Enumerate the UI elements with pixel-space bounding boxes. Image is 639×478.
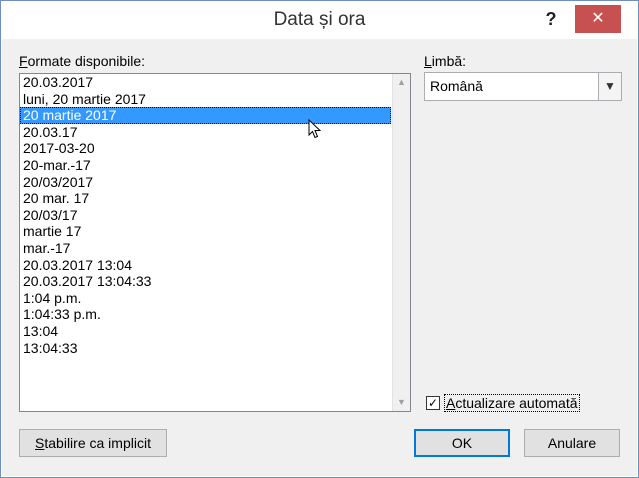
list-item[interactable]: 1:04 p.m. (20, 290, 391, 307)
close-button[interactable]: ✕ (575, 5, 621, 33)
scroll-down-icon[interactable]: ▼ (393, 394, 410, 411)
title-bar: Data și ora ? ✕ (1, 1, 638, 39)
formats-label: Formate disponibile: (19, 53, 146, 69)
ok-button[interactable]: OK (414, 429, 510, 457)
formats-listbox[interactable]: 20.03.2017 luni, 20 martie 2017 20 martie … (19, 73, 411, 412)
close-icon: ✕ (591, 10, 605, 27)
list-item[interactable]: 13:04 (20, 323, 391, 340)
list-item[interactable]: 20.03.17 (20, 124, 391, 141)
help-button[interactable]: ? (539, 7, 563, 31)
list-item[interactable]: 1:04:33 p.m. (20, 306, 391, 323)
formats-list: 20.03.2017 luni, 20 martie 2017 20 martie … (20, 74, 391, 356)
checkmark-icon: ✓ (427, 396, 439, 410)
list-item[interactable]: 20/03/2017 (20, 174, 391, 191)
cancel-button[interactable]: Anulare (524, 429, 620, 457)
auto-update-checkbox[interactable]: ✓ (426, 396, 440, 410)
list-item[interactable]: martie 17 (20, 223, 391, 240)
list-item[interactable]: 20.03.2017 13:04 (20, 257, 391, 274)
set-default-button[interactable]: Stabilire ca implicit (19, 429, 167, 457)
list-item[interactable]: luni, 20 martie 2017 (20, 91, 391, 108)
scroll-up-icon[interactable]: ▲ (393, 74, 410, 91)
list-item[interactable]: 20-mar.-17 (20, 157, 391, 174)
language-label: Limbă: (424, 53, 467, 69)
list-item[interactable]: mar.-17 (20, 240, 391, 257)
chevron-down-icon[interactable]: ▼ (598, 73, 621, 100)
date-time-dialog: Data și ora ? ✕ Formate disponibile: 20.… (0, 0, 639, 478)
list-item[interactable]: 20/03/17 (20, 207, 391, 224)
language-select[interactable]: Română ▼ (424, 72, 622, 101)
list-item[interactable]: 20.03.2017 13:04:33 (20, 273, 391, 290)
list-item[interactable]: 13:04:33 (20, 340, 391, 357)
vertical-scrollbar[interactable]: ▲ ▼ (392, 74, 410, 411)
list-item[interactable]: 20.03.2017 (20, 74, 391, 91)
list-item[interactable]: 20 martie 2017 (20, 107, 391, 124)
language-value: Română (430, 78, 483, 94)
list-item[interactable]: 2017-03-20 (20, 140, 391, 157)
auto-update-label[interactable]: Actualizare automată (444, 394, 580, 412)
mouse-pointer-icon (308, 119, 322, 139)
list-item[interactable]: 20 mar. 17 (20, 190, 391, 207)
